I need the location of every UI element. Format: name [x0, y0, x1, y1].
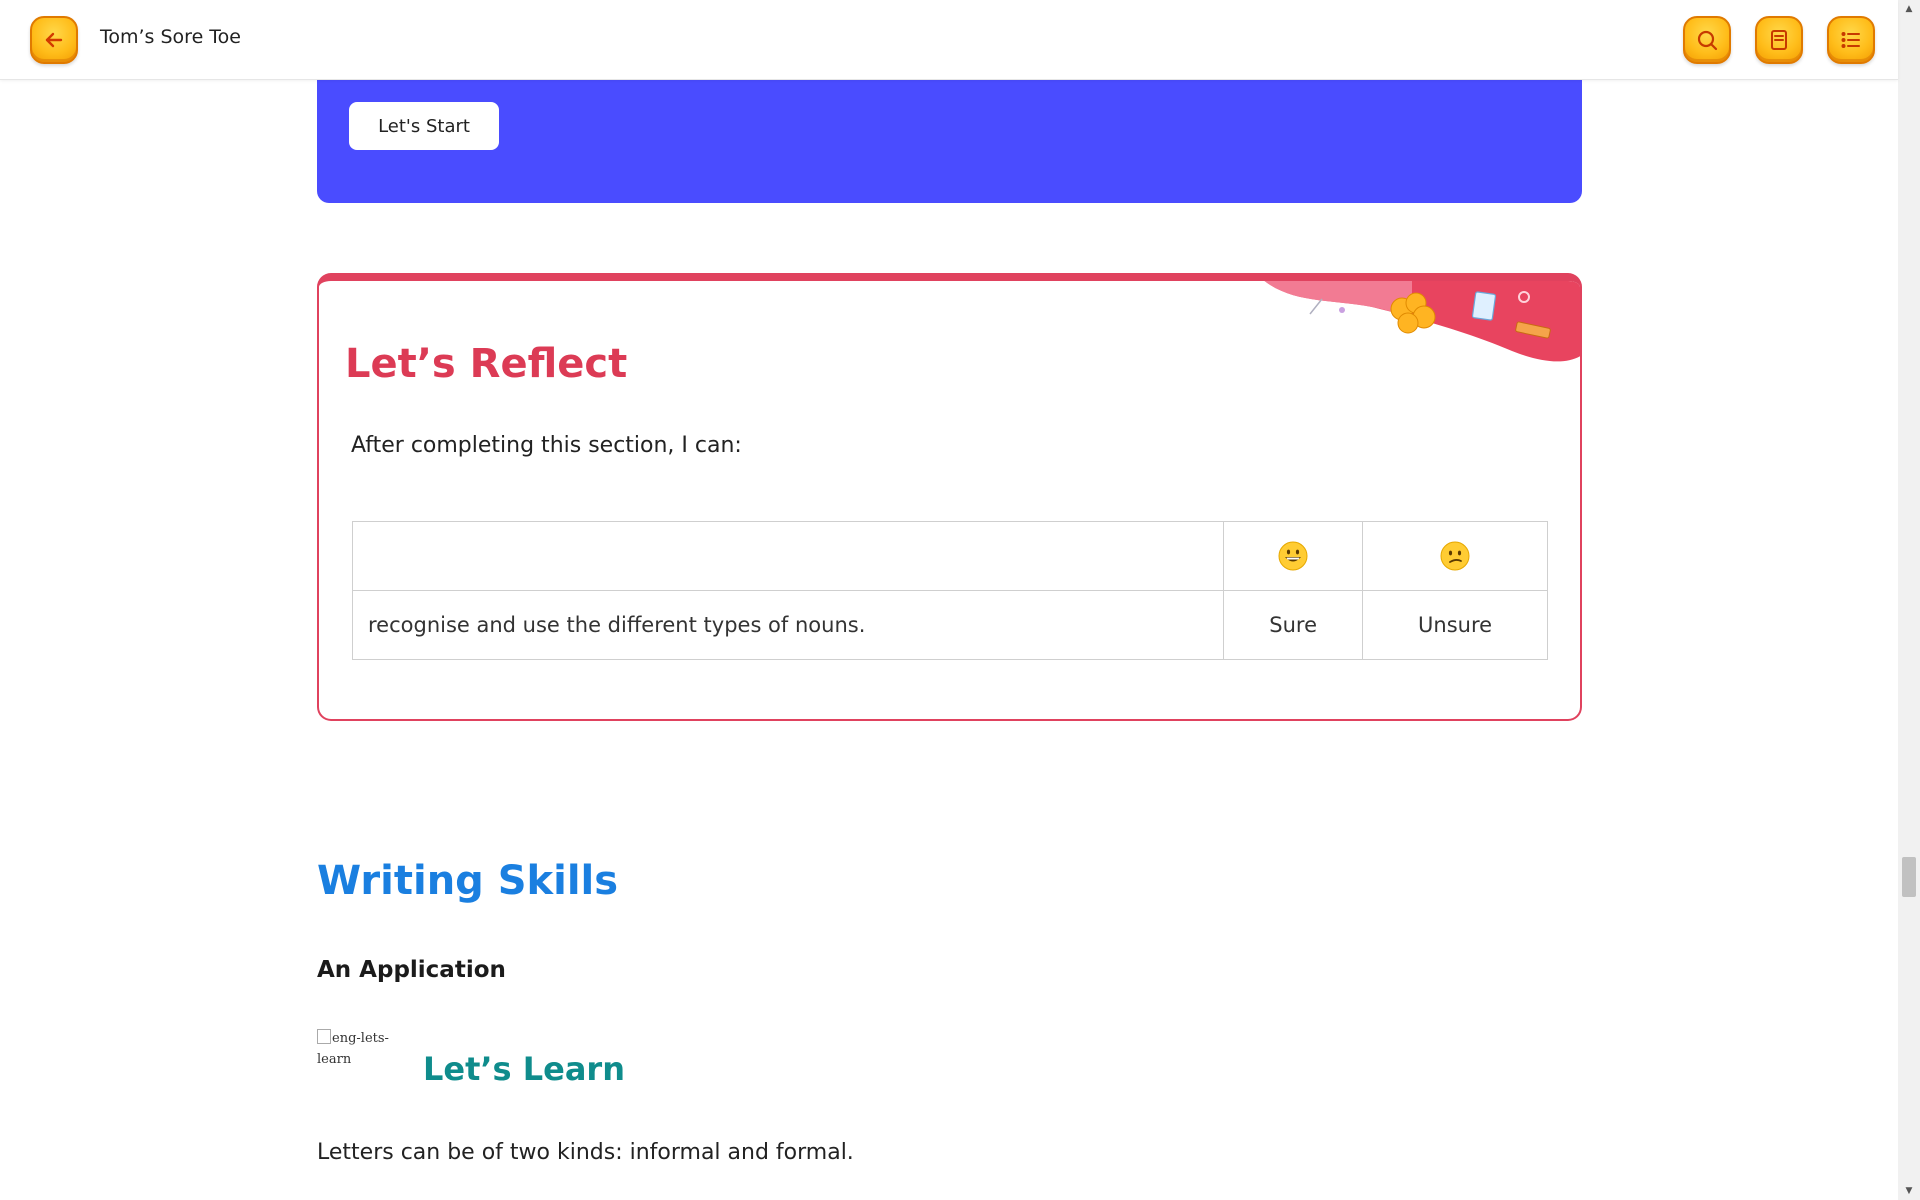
back-button[interactable] [30, 16, 78, 64]
reflect-title: Let’s Reflect [345, 341, 628, 387]
table-row: recognise and use the different types of… [351, 590, 1548, 660]
lets-learn-heading: Let’s Learn [423, 1050, 625, 1088]
search-icon [1697, 30, 1718, 51]
activity-banner: Let's Start [317, 80, 1582, 203]
grinning-face-icon [1278, 541, 1308, 571]
search-button[interactable] [1683, 16, 1731, 64]
subheading: An Application [317, 957, 506, 983]
confused-face-icon [1440, 541, 1470, 571]
reflect-decoration-image [1264, 281, 1580, 362]
reflect-table: recognise and use the different types of… [351, 521, 1548, 660]
notes-button[interactable] [1755, 16, 1803, 64]
sure-option[interactable]: Sure [1223, 590, 1364, 660]
section-title: Writing Skills [317, 858, 619, 904]
lets-start-button[interactable]: Let's Start [349, 102, 499, 150]
scroll-down-arrow-icon[interactable]: ▼ [1898, 1182, 1920, 1200]
notebook-icon [1771, 30, 1787, 50]
statement-cell: recognise and use the different types of… [351, 590, 1225, 660]
scrollbar-thumb[interactable] [1902, 857, 1916, 897]
menu-button[interactable] [1827, 16, 1875, 64]
arrow-left-icon [45, 32, 63, 48]
broken-image-icon [317, 1029, 331, 1044]
broken-image: eng-lets-learn [317, 1028, 392, 1068]
vertical-scrollbar[interactable]: ▲ ▼ [1898, 0, 1920, 1200]
scroll-up-arrow-icon[interactable]: ▲ [1898, 0, 1920, 18]
top-header: Tom’s Sore Toe [0, 0, 1898, 80]
table-header-empty [351, 521, 1225, 591]
reflect-card: Let’s Reflect After completing this sect… [317, 273, 1582, 721]
table-header-row [351, 521, 1548, 591]
table-header-unsure [1362, 521, 1548, 591]
unsure-option[interactable]: Unsure [1362, 590, 1548, 660]
body-paragraph: Letters can be of two kinds: informal an… [317, 1140, 854, 1165]
reflect-intro: After completing this section, I can: [351, 433, 742, 458]
table-header-sure [1223, 521, 1364, 591]
page-title: Tom’s Sore Toe [100, 26, 241, 48]
list-icon [1841, 32, 1860, 48]
